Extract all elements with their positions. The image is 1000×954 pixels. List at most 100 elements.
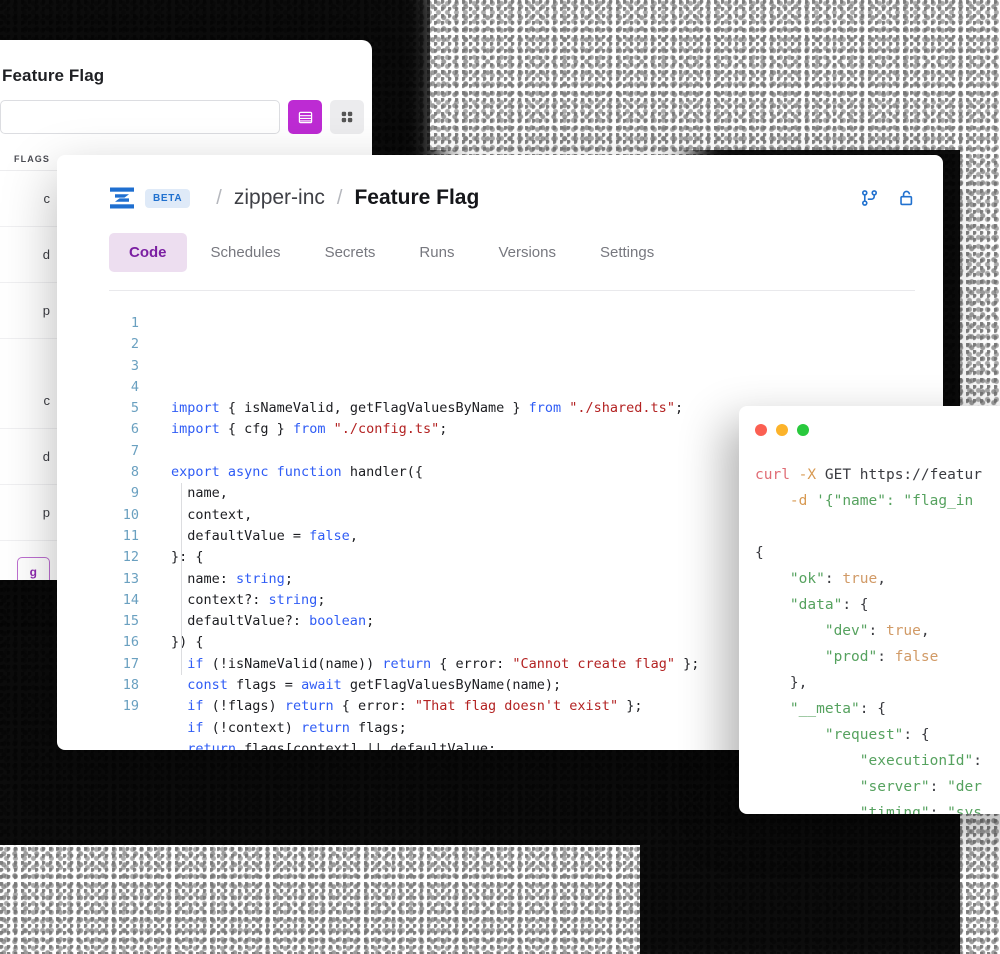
close-button-dot[interactable] — [755, 424, 767, 436]
code-token: import — [171, 400, 228, 417]
terminal-token: : { — [903, 727, 930, 743]
line-number: 13 — [122, 570, 139, 587]
terminal-token: "server" — [859, 779, 930, 795]
line-number: 14 — [122, 591, 139, 608]
line-number: 2 — [130, 336, 139, 353]
code-token: return — [284, 698, 334, 715]
grid-view-icon — [341, 111, 353, 123]
code-token: ; — [317, 591, 326, 608]
line-number: 19 — [122, 698, 139, 715]
app-header: BETA / zipper-inc / Feature Flag — [57, 155, 943, 217]
terminal-token: curl — [755, 467, 799, 483]
code-token: const — [187, 677, 228, 694]
flag-key: d — [42, 449, 50, 464]
terminal-token: "executionId" — [859, 753, 974, 769]
list-view-button[interactable] — [288, 100, 322, 134]
code-token: { error: — [333, 698, 415, 715]
line-number: 15 — [122, 613, 139, 630]
terminal-token: , — [877, 571, 886, 587]
terminal-token: "data" — [789, 597, 843, 613]
indent-guide — [181, 483, 182, 568]
flags-section-label: FLAGS — [14, 154, 50, 164]
tab-schedules[interactable]: Schedules — [191, 233, 301, 272]
line-number: 9 — [130, 485, 139, 502]
code-token: ; — [439, 421, 448, 438]
code-token: defaultValue?: — [171, 613, 310, 630]
search-input[interactable] — [0, 100, 280, 134]
code-token: }; — [674, 655, 700, 672]
flags-group-label: re — [0, 349, 50, 363]
code-token: "./config.ts" — [333, 421, 440, 438]
flags-footer: g — [0, 541, 50, 580]
terminal-token: GET https://featur — [824, 467, 982, 483]
tab-versions[interactable]: Versions — [478, 233, 576, 272]
terminal-line: "prod": false — [755, 644, 1000, 670]
code-token: defaultValue = — [171, 527, 310, 544]
code-line: if (!context) return flags; — [171, 718, 699, 739]
code-token: handler({ — [349, 464, 423, 481]
code-token: { cfg } — [227, 421, 293, 438]
code-line: defaultValue?: boolean; — [171, 611, 699, 632]
git-branch-icon[interactable] — [861, 189, 878, 207]
breadcrumb-org[interactable]: zipper-inc — [234, 186, 325, 210]
line-number: 5 — [130, 400, 139, 417]
terminal-line: "request": { — [755, 722, 1000, 748]
unlocked-padlock-icon[interactable] — [898, 189, 915, 207]
line-number: 4 — [130, 378, 139, 395]
line-number: 10 — [122, 506, 139, 523]
code-line: export async function handler({ — [171, 462, 699, 483]
terminal-token: "request" — [824, 727, 904, 743]
tab-settings[interactable]: Settings — [580, 233, 674, 272]
grid-view-button[interactable] — [330, 100, 364, 134]
code-line: }) { — [171, 632, 699, 653]
code-token: flags[context] || defaultValue; — [236, 740, 497, 750]
breadcrumb-app: Feature Flag — [354, 186, 480, 209]
terminal-line: "data": { — [755, 592, 1000, 618]
minimize-button-dot[interactable] — [776, 424, 788, 436]
code-line: import { cfg } from "./config.ts"; — [171, 419, 699, 440]
terminal-token: { — [755, 545, 764, 561]
terminal-token: : — [824, 571, 843, 587]
code-token: from — [292, 421, 334, 438]
terminal-token: : { — [859, 701, 886, 717]
line-number: 6 — [130, 421, 139, 438]
create-flag-button[interactable]: g — [16, 557, 50, 580]
tab-code[interactable]: Code — [109, 233, 187, 272]
code-token: }; — [618, 698, 643, 715]
code-token: export async function — [171, 464, 350, 481]
terminal-token: , — [920, 623, 930, 639]
line-number: 1 — [130, 315, 139, 331]
code-token: context, — [171, 506, 253, 523]
tab-runs[interactable]: Runs — [399, 233, 474, 272]
code-token: { error: — [431, 655, 513, 672]
code-line: if (!flags) return { error: "That flag d… — [171, 696, 699, 717]
zipper-logo-icon[interactable] — [109, 186, 135, 210]
maximize-button-dot[interactable] — [797, 424, 809, 436]
terminal-window[interactable]: curl -X GET https://featur -d '{"name": … — [739, 406, 1000, 814]
code-token: "That flag doesn't exist" — [414, 698, 619, 715]
code-token: { isNameValid, getFlagValuesByName } — [227, 400, 529, 417]
terminal-line: -d '{"name": "flag_in — [755, 488, 1000, 514]
code-line: name, — [171, 483, 699, 504]
code-content[interactable]: import { isNameValid, getFlagValuesByNam… — [139, 313, 699, 750]
line-number: 8 — [130, 464, 139, 481]
code-token: await — [301, 677, 342, 694]
code-token: ; — [674, 400, 684, 417]
terminal-titlebar — [739, 406, 1000, 436]
code-token: false — [309, 527, 350, 544]
code-token: , — [349, 527, 358, 544]
code-line: }: { — [171, 547, 699, 568]
terminal-token: -d — [789, 493, 817, 509]
code-token: string — [236, 570, 285, 587]
code-token: ; — [366, 613, 375, 630]
code-token: (!flags) — [203, 698, 285, 715]
terminal-token: true — [885, 623, 921, 639]
terminal-line: "executionId": — [755, 748, 1000, 774]
tab-secrets[interactable]: Secrets — [305, 233, 396, 272]
